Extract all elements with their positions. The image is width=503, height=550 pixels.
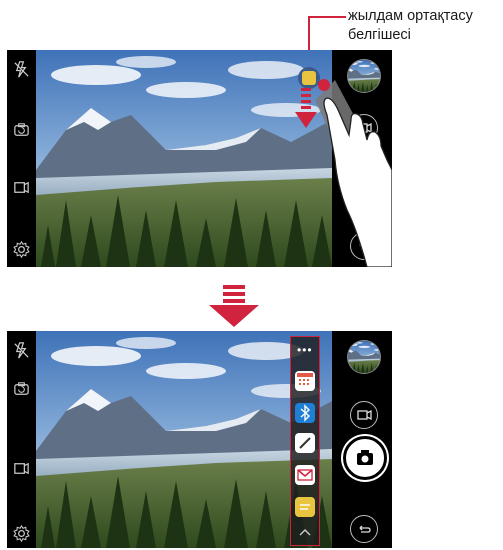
camera-screen-after: •••: [7, 331, 392, 548]
switch-camera-icon[interactable]: [12, 379, 31, 398]
quickshare-app-tray: •••: [290, 336, 320, 546]
left-control-bar: [7, 50, 36, 267]
callout-leader-horizontal: [308, 16, 346, 18]
pen-app-icon[interactable]: [295, 433, 315, 453]
bluetooth-icon[interactable]: [295, 403, 315, 423]
transition-arrow-icon: [209, 285, 259, 327]
flash-off-icon[interactable]: [12, 341, 31, 360]
mode-icon[interactable]: [12, 459, 31, 478]
mode-icon[interactable]: [12, 178, 31, 197]
left-control-bar: [7, 331, 36, 548]
shutter-button[interactable]: [343, 436, 387, 480]
settings-icon[interactable]: [12, 524, 31, 543]
camera-icon: [357, 450, 373, 465]
switch-camera-icon[interactable]: [12, 120, 31, 139]
calendar-icon: [297, 373, 313, 385]
right-control-bar: [332, 331, 392, 548]
camera-screen-before: [7, 50, 392, 267]
back-icon: [359, 525, 371, 533]
gmail-icon[interactable]: [295, 465, 315, 485]
video-record-button[interactable]: [350, 401, 378, 429]
flash-off-icon[interactable]: [12, 60, 31, 79]
viewfinder-image: [36, 331, 332, 548]
callout-line-2: белгішесі: [348, 27, 411, 43]
callout-label: жылдам ортақтасу белгішесі: [348, 7, 473, 45]
quickshare-icon[interactable]: [295, 497, 315, 517]
viewfinder-image: [36, 50, 332, 267]
chevron-up-icon[interactable]: [297, 525, 313, 539]
settings-icon[interactable]: [12, 240, 31, 259]
video-camera-icon: [357, 409, 372, 421]
gallery-thumbnail[interactable]: [347, 340, 381, 374]
back-button[interactable]: [350, 515, 378, 543]
more-icon[interactable]: •••: [297, 344, 313, 356]
calendar-app-icon[interactable]: [295, 371, 315, 391]
hand-gesture: [315, 79, 392, 267]
callout-line-1: жылдам ортақтасу: [348, 8, 473, 24]
